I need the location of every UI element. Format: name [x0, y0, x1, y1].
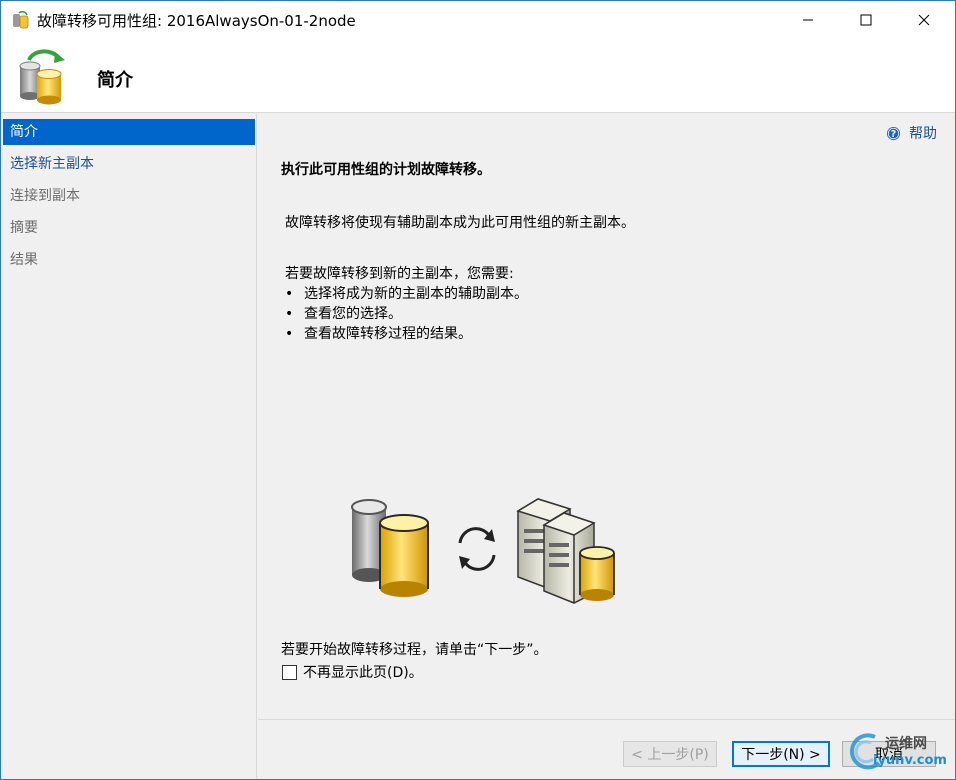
intro-text: 若要故障转移到新的主副本，您需要:: [285, 266, 514, 282]
maximize-button[interactable]: [837, 1, 895, 39]
window-title: 故障转移可用性组: 2016AlwaysOn-01-2node: [37, 12, 356, 30]
minimize-icon: [803, 19, 813, 21]
content-heading: 执行此可用性组的计划故障转移。: [281, 162, 491, 178]
database-failover-icon: [19, 49, 65, 105]
sidebar-item-select-primary[interactable]: 选择新主副本: [3, 151, 255, 177]
sidebar-item-summary: 摘要: [10, 220, 38, 236]
sidebar-item-results: 结果: [10, 252, 38, 268]
sidebar-item-connect-replicas: 连接到副本: [10, 188, 80, 204]
list-item: • 查看故障转移过程的结果。: [285, 326, 472, 342]
database-icon: [351, 499, 429, 597]
close-button[interactable]: [895, 1, 953, 39]
page-title: 简介: [97, 70, 133, 91]
previous-button[interactable]: < 上一步(P): [623, 741, 717, 767]
watermark-text: 运维网: [885, 736, 927, 752]
minimize-button[interactable]: [779, 1, 837, 39]
watermark-logo: 运维网 iyunv.com: [845, 729, 949, 773]
wizard-window: 故障转移可用性组: 2016AlwaysOn-01-2node 简介 简介 选择…: [0, 0, 956, 780]
maximize-icon: [860, 14, 872, 26]
dont-show-again-checkbox[interactable]: [282, 664, 297, 680]
bullet: •: [285, 306, 294, 322]
main-content: ? 帮助 执行此可用性组的计划故障转移。 故障转移将使现有辅助副本成为此可用性组…: [258, 114, 955, 718]
description-text: 故障转移将使现有辅助副本成为此可用性组的新主副本。: [285, 215, 635, 231]
watermark-url: iyunv.com: [873, 753, 947, 768]
help-label[interactable]: 帮助: [909, 123, 937, 143]
next-button[interactable]: 下一步(N) >: [732, 741, 830, 767]
hint-text: 若要开始故障转移过程，请单击“下一步”。: [281, 642, 548, 658]
server-icon: [516, 498, 615, 604]
list-item: • 查看您的选择。: [285, 306, 402, 322]
sidebar: 简介 选择新主副本 连接到副本 摘要 结果: [1, 114, 257, 779]
page-header: 简介: [1, 39, 955, 113]
app-icon: [13, 10, 29, 29]
close-icon: [918, 14, 930, 26]
sync-icon: [458, 527, 496, 571]
help-icon: ?: [886, 126, 901, 140]
bullet: •: [285, 326, 294, 342]
steps-list: • 选择将成为新的主副本的辅助副本。 • 查看您的选择。 • 查看故障转移过程的结果。: [285, 284, 528, 344]
title-bar[interactable]: 故障转移可用性组: 2016AlwaysOn-01-2node: [1, 1, 955, 39]
svg-text:?: ?: [891, 128, 896, 139]
dont-show-again-option[interactable]: 不再显示此页(D)。: [282, 662, 423, 682]
help-link[interactable]: ? 帮助: [886, 123, 937, 143]
failover-illustration: [351, 498, 615, 604]
bullet: •: [285, 286, 294, 302]
sidebar-item-intro[interactable]: 简介: [3, 119, 255, 145]
list-item: • 选择将成为新的主副本的辅助副本。: [285, 286, 528, 302]
checkbox-label[interactable]: 不再显示此页(D)。: [303, 662, 423, 682]
